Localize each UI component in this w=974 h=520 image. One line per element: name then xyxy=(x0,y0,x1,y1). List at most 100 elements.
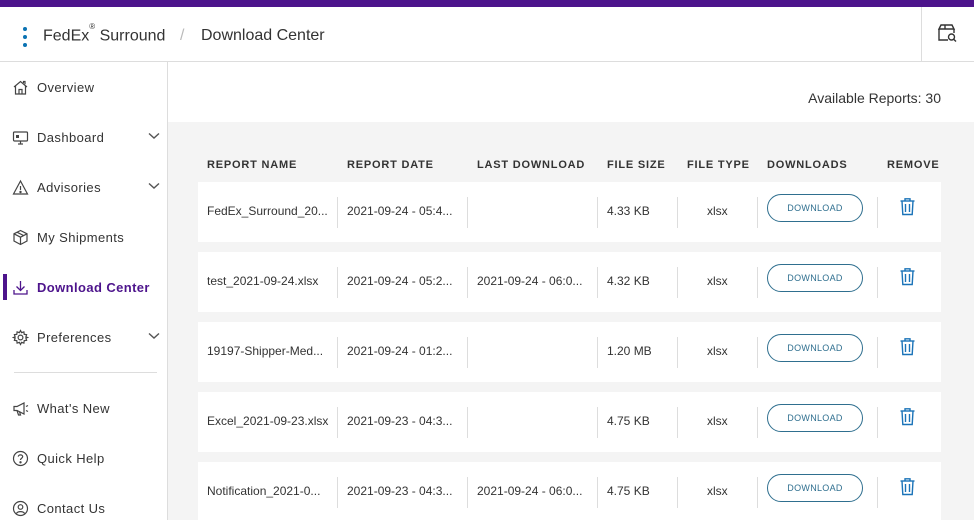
download-button[interactable]: DOWNLOAD xyxy=(767,474,863,502)
cell-divider xyxy=(677,267,678,298)
last-download: 2021-09-24 - 06:0... xyxy=(477,484,583,498)
table-row: Excel_2021-09-23.xlsx 2021-09-23 - 04:3.… xyxy=(198,392,941,452)
cell-divider xyxy=(337,477,338,508)
file-type: xlsx xyxy=(707,484,728,498)
sidebar-item-overview[interactable]: Overview xyxy=(0,67,167,107)
download-button[interactable]: DOWNLOAD xyxy=(767,334,863,362)
cell-divider xyxy=(877,197,878,228)
report-date: 2021-09-24 - 05:4... xyxy=(347,204,453,218)
breadcrumb-separator: / xyxy=(180,27,185,44)
sidebar-item-download-center[interactable]: Download Center xyxy=(0,267,167,307)
cell-divider xyxy=(677,477,678,508)
contact-icon xyxy=(12,500,29,517)
download-button[interactable]: DOWNLOAD xyxy=(767,194,863,222)
chevron-down-icon[interactable] xyxy=(148,332,160,340)
reports-summary-band: Available Reports: 30 xyxy=(168,62,974,122)
column-header-last-download: Last Download xyxy=(477,159,586,171)
trash-icon[interactable] xyxy=(899,267,916,286)
download-button[interactable]: DOWNLOAD xyxy=(767,404,863,432)
cell-divider xyxy=(877,337,878,368)
file-type: xlsx xyxy=(707,274,728,288)
sidebar-item-label: Contact Us xyxy=(37,501,106,516)
sidebar-item-contact-us[interactable]: Contact Us xyxy=(0,488,167,520)
sidebar-item-quick-help[interactable]: Quick Help xyxy=(0,438,167,478)
chevron-down-icon[interactable] xyxy=(148,182,160,190)
sidebar-item-dashboard[interactable]: Dashboard xyxy=(0,117,167,157)
cell-divider xyxy=(757,407,758,438)
brand-top-bar xyxy=(0,0,974,7)
column-header-file-type: File Type xyxy=(687,159,750,171)
file-size: 4.75 KB xyxy=(607,414,650,428)
active-indicator xyxy=(3,274,7,300)
gear-icon xyxy=(12,329,29,346)
table-row: Notification_2021-0... 2021-09-23 - 04:3… xyxy=(198,462,941,520)
cell-divider xyxy=(597,267,598,298)
last-download: 2021-09-24 - 06:0... xyxy=(477,274,583,288)
cell-divider xyxy=(757,197,758,228)
report-name: FedEx_Surround_20... xyxy=(207,204,328,218)
help-icon xyxy=(12,450,29,467)
cell-divider xyxy=(467,407,468,438)
sidebar-item-label: Dashboard xyxy=(37,130,105,145)
report-date: 2021-09-24 - 01:2... xyxy=(347,344,453,358)
column-header-file-size: File Size xyxy=(607,159,666,171)
cell-divider xyxy=(337,337,338,368)
cell-divider xyxy=(597,477,598,508)
breadcrumb-current: Download Center xyxy=(201,27,325,44)
app-header: FedEx® Surround / Download Center xyxy=(0,7,974,62)
box-search-icon xyxy=(937,24,957,42)
cell-divider xyxy=(877,407,878,438)
file-type: xlsx xyxy=(707,414,728,428)
cell-divider xyxy=(677,197,678,228)
sidebar-item-label: Download Center xyxy=(37,280,150,295)
report-name: 19197-Shipper-Med... xyxy=(207,344,324,358)
download-button[interactable]: DOWNLOAD xyxy=(767,264,863,292)
cell-divider xyxy=(467,477,468,508)
file-size: 4.33 KB xyxy=(607,204,650,218)
cell-divider xyxy=(597,197,598,228)
sidebar-item-label: Quick Help xyxy=(37,451,105,466)
cell-divider xyxy=(337,407,338,438)
megaphone-icon xyxy=(13,402,29,416)
cell-divider xyxy=(337,267,338,298)
sidebar-item-label: My Shipments xyxy=(37,230,125,245)
trash-icon[interactable] xyxy=(899,407,916,426)
sidebar-item-label: Preferences xyxy=(37,330,112,345)
cell-divider xyxy=(757,337,758,368)
sidebar-item-advisories[interactable]: Advisories xyxy=(0,167,167,207)
sidebar-item-whats-new[interactable]: What's New xyxy=(0,388,167,428)
shipment-search-button[interactable] xyxy=(921,7,974,61)
report-name: Excel_2021-09-23.xlsx xyxy=(207,414,329,428)
cell-divider xyxy=(757,267,758,298)
column-header-report-date: Report Date xyxy=(347,159,434,171)
sidebar-item-label: What's New xyxy=(37,401,110,416)
trash-icon[interactable] xyxy=(899,197,916,216)
sidebar-item-my-shipments[interactable]: My Shipments xyxy=(0,217,167,257)
cell-divider xyxy=(677,337,678,368)
cell-divider xyxy=(877,477,878,508)
available-reports-count: Available Reports: 30 xyxy=(808,90,941,106)
cell-divider xyxy=(337,197,338,228)
file-type: xlsx xyxy=(707,204,728,218)
trash-icon[interactable] xyxy=(899,477,916,496)
report-name: Notification_2021-0... xyxy=(207,484,321,498)
chevron-down-icon[interactable] xyxy=(148,132,160,140)
trash-icon[interactable] xyxy=(899,337,916,356)
file-type: xlsx xyxy=(707,344,728,358)
home-icon xyxy=(13,80,28,95)
cell-divider xyxy=(757,477,758,508)
download-icon xyxy=(13,281,28,295)
report-date: 2021-09-23 - 04:3... xyxy=(347,414,453,428)
registered-mark: ® xyxy=(89,22,96,31)
cell-divider xyxy=(467,197,468,228)
sidebar-item-preferences[interactable]: Preferences xyxy=(0,317,167,357)
table-row: FedEx_Surround_20... 2021-09-24 - 05:4..… xyxy=(198,182,941,242)
cell-divider xyxy=(467,337,468,368)
monitor-icon xyxy=(12,131,29,145)
report-date: 2021-09-23 - 04:3... xyxy=(347,484,453,498)
kebab-menu-icon[interactable] xyxy=(22,27,28,47)
cell-divider xyxy=(677,407,678,438)
report-name: test_2021-09-24.xlsx xyxy=(207,274,319,288)
brand-title[interactable]: FedEx® Surround xyxy=(43,22,165,45)
file-size: 4.32 KB xyxy=(607,274,650,288)
